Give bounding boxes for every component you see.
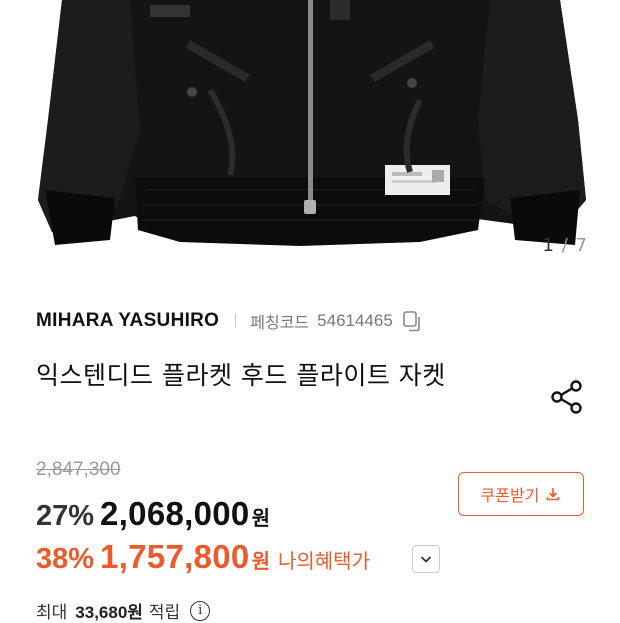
benefit-expand-button[interactable]: [412, 545, 440, 573]
product-title: 익스텐디드 플라켓 후드 플라이트 자켓: [36, 361, 446, 390]
pager-separator: /: [561, 235, 569, 256]
currency-unit: 원: [251, 506, 270, 530]
original-price: 2,847,300: [36, 459, 121, 480]
fetching-code-label: 페칭코드: [250, 313, 310, 332]
divider: [235, 314, 237, 328]
discount-percent: 27%: [36, 500, 95, 532]
chevron-down-icon: [420, 556, 432, 563]
product-image-gallery[interactable]: 1 / 7: [0, 0, 620, 262]
points-prefix: 최대: [36, 603, 68, 623]
coupon-download-button[interactable]: 쿠폰받기: [458, 472, 584, 516]
my-benefit-price-row: 38% 1,757,800 원 나의혜택가: [36, 538, 370, 576]
download-icon: [547, 488, 560, 501]
product-image: [38, 0, 586, 246]
image-pager: 1 / 7: [543, 235, 588, 256]
sale-price: 2,068,000: [100, 495, 250, 532]
fetching-code-value: 54614465: [317, 311, 393, 330]
info-icon[interactable]: i: [190, 600, 211, 621]
pager-current: 1: [542, 235, 555, 256]
pager-total: 7: [575, 235, 588, 256]
brand-name[interactable]: MIHARA YASUHIRO: [36, 310, 219, 332]
currency-unit: 원: [251, 549, 270, 573]
sale-price-row: 27% 2,068,000 원: [36, 495, 270, 533]
points-value: 33,680원: [75, 603, 143, 622]
copy-icon[interactable]: [401, 310, 423, 332]
points-suffix: 적립: [148, 603, 181, 623]
points-row: 최대 33,680원 적립 i: [36, 598, 211, 623]
brand-row: MIHARA YASUHIRO 페칭코드 54614465: [36, 306, 423, 336]
my-discount-percent: 38%: [36, 543, 95, 575]
share-icon[interactable]: [548, 378, 586, 416]
my-benefit-price: 1,757,800: [100, 538, 250, 575]
coupon-label: 쿠폰받기: [480, 486, 540, 505]
my-benefit-label: 나의혜택가: [277, 549, 370, 573]
